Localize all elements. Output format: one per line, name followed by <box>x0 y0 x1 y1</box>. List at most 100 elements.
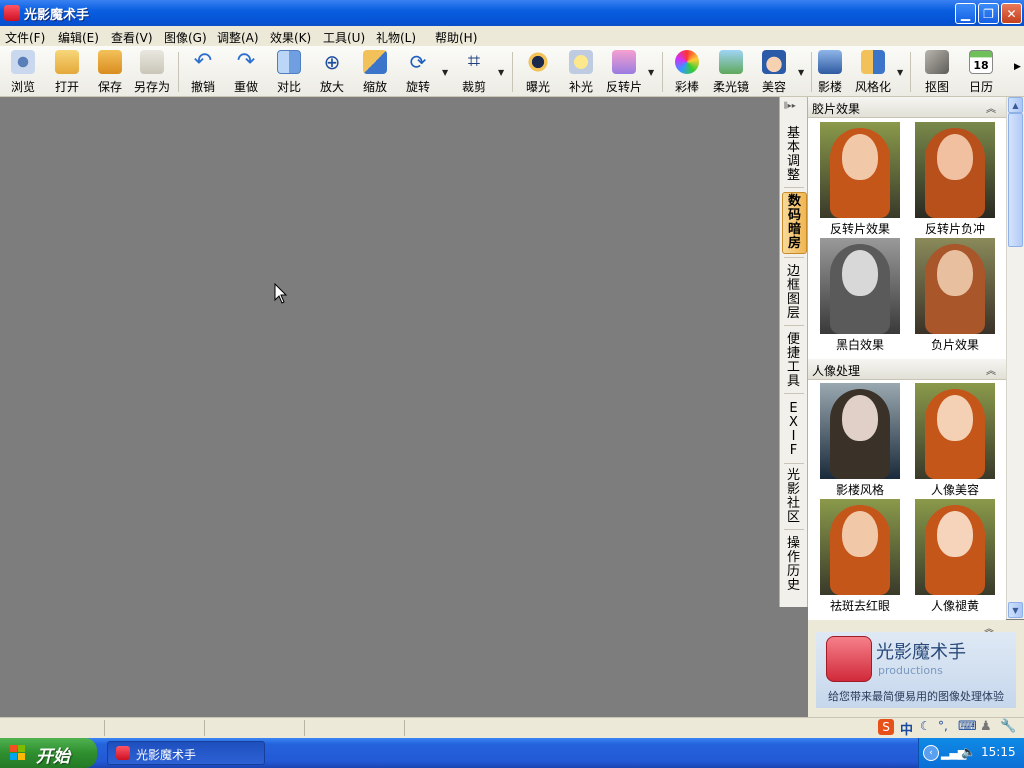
browse-button[interactable]: 浏览 <box>6 48 40 94</box>
save-button[interactable]: 保存 <box>93 48 127 94</box>
half-width-icon[interactable]: ☾ <box>920 719 931 733</box>
menu-view[interactable]: 查看(V) <box>111 29 153 46</box>
keyboard-icon[interactable]: ⌨ <box>958 719 977 734</box>
toolbar-overflow-icon[interactable]: ▶ <box>1014 62 1021 72</box>
effect-reverse-film[interactable]: 反转片效果 <box>820 122 900 236</box>
stylize-button[interactable]: 风格化 <box>852 48 894 94</box>
effect-spot-red-eye-removal[interactable]: 祛斑去红眼 <box>820 499 900 613</box>
tab-separator <box>784 257 804 258</box>
menu-tools[interactable]: 工具(U) <box>323 29 365 46</box>
status-cell <box>104 720 205 736</box>
section-header-film[interactable]: 胶片效果 ︽ <box>808 97 1006 118</box>
side-tab-bar: ⫼▸▸ 基本调整 数码暗房 边框图层 便捷工具 EXIF 光影社区 操作历史 <box>779 97 808 607</box>
tab-digital-darkroom[interactable]: 数码暗房 <box>782 192 807 254</box>
menu-gifts[interactable]: 礼物(L) <box>376 29 416 46</box>
studio-button[interactable]: 影楼 <box>815 48 845 94</box>
image-canvas[interactable] <box>0 97 779 717</box>
promo-banner[interactable]: 光影魔术手 productions 给您带来最简便易用的图像处理体验 <box>816 632 1016 708</box>
tab-basic-adjust[interactable]: 基本调整 <box>782 127 805 183</box>
app-icon[interactable] <box>4 5 20 21</box>
rotate-dropdown-icon[interactable]: ▼ <box>442 68 448 77</box>
folder-icon <box>55 50 79 74</box>
exposure-button[interactable]: 曝光 <box>521 48 555 94</box>
restore-button[interactable]: ❐ <box>978 3 999 24</box>
stylize-dropdown-icon[interactable]: ▼ <box>897 68 903 77</box>
effect-reverse-film-negative[interactable]: 反转片负冲 <box>915 122 995 236</box>
soft-lens-button[interactable]: 柔光镜 <box>709 48 753 94</box>
status-bar: S 中 ☾ °, ⌨ ♟ 🔧 <box>0 717 1024 739</box>
compare-icon <box>277 50 301 74</box>
crop-button[interactable]: ⌗ 裁剪 <box>457 48 491 95</box>
menu-help[interactable]: 帮助(H) <box>435 29 477 46</box>
effect-studio-style[interactable]: 影楼风格 <box>820 383 900 497</box>
undo-button[interactable]: ↶ 撤销 <box>186 48 220 95</box>
zoom-in-button[interactable]: ⊕ 放大 <box>315 48 349 94</box>
close-button[interactable]: ✕ <box>1001 3 1022 24</box>
ime-mode-label[interactable]: 中 <box>900 719 913 738</box>
effect-thumbnail <box>915 238 995 334</box>
clock[interactable]: 15:15 <box>981 745 1016 759</box>
mouse-cursor-icon <box>274 283 288 304</box>
redo-icon: ↷ <box>236 49 256 74</box>
menu-file[interactable]: 文件(F) <box>5 29 45 46</box>
fill-light-button[interactable]: 补光 <box>564 48 598 94</box>
minimize-button[interactable]: ▁ <box>955 3 976 24</box>
effect-black-white[interactable]: 黑白效果 <box>820 238 900 352</box>
menu-effects[interactable]: 效果(K) <box>270 29 311 46</box>
crop-icon: ⌗ <box>467 49 481 74</box>
compare-button[interactable]: 对比 <box>272 48 306 94</box>
panel-scrollbar[interactable]: ▲ ▼ <box>1006 97 1024 619</box>
collapse-icon[interactable]: ︽ <box>986 362 996 377</box>
collapse-icon[interactable]: ︽ <box>986 100 996 115</box>
beauty-button[interactable]: 美容 <box>757 48 791 94</box>
start-button[interactable]: 开始 <box>0 738 97 768</box>
redo-button[interactable]: ↷ 重做 <box>229 48 263 95</box>
scroll-up-icon[interactable]: ▲ <box>1008 97 1023 113</box>
effect-thumbnail <box>820 122 900 218</box>
effect-thumbnail <box>915 383 995 479</box>
effect-portrait-beauty[interactable]: 人像美容 <box>915 383 995 497</box>
tab-exif[interactable]: EXIF <box>782 402 805 458</box>
color-wand-icon <box>675 50 699 74</box>
menu-adjust[interactable]: 调整(A) <box>217 29 259 46</box>
cutout-button[interactable]: 抠图 <box>920 48 954 94</box>
collapse-panel-icon[interactable]: ⫼▸▸ <box>784 101 796 111</box>
beauty-dropdown-icon[interactable]: ▼ <box>798 68 804 77</box>
reverse-film-dropdown-icon[interactable]: ▼ <box>648 68 654 77</box>
toolbar: 浏览 打开 保存 另存为 ↶ 撤销 ↷ 重做 对比 ⊕ 放大 缩放 ⟳ 旋转 ▼… <box>0 46 1024 97</box>
rotate-button[interactable]: ⟳ 旋转 <box>401 48 435 94</box>
open-button[interactable]: 打开 <box>50 48 84 94</box>
app-logo-icon <box>826 636 872 682</box>
tab-quick-tools[interactable]: 便捷工具 <box>782 333 805 389</box>
crop-dropdown-icon[interactable]: ▼ <box>498 68 504 77</box>
tab-border-layer[interactable]: 边框图层 <box>782 265 805 321</box>
effect-thumbnail <box>915 122 995 218</box>
save-icon <box>98 50 122 74</box>
tab-history[interactable]: 操作历史 <box>782 537 805 593</box>
save-as-button[interactable]: 另存为 <box>132 48 172 94</box>
menu-bar: 文件(F) 编辑(E) 查看(V) 图像(G) 调整(A) 效果(K) 工具(U… <box>0 26 1024 47</box>
colorize-button[interactable]: 彩棒 <box>670 48 704 94</box>
volume-icon[interactable]: 🔈 <box>961 745 976 759</box>
effect-negative[interactable]: 负片效果 <box>915 238 995 352</box>
reverse-film-button[interactable]: 反转片 <box>603 48 645 94</box>
scroll-down-icon[interactable]: ▼ <box>1008 602 1023 618</box>
menu-edit[interactable]: 编辑(E) <box>58 29 99 46</box>
scroll-thumb[interactable] <box>1008 113 1023 247</box>
ime-toolbar: S 中 ☾ °, ⌨ ♟ 🔧 <box>876 719 1022 738</box>
sogou-ime-icon[interactable]: S <box>878 719 894 735</box>
reverse-film-icon <box>612 50 636 74</box>
tab-separator <box>784 393 804 394</box>
effect-portrait-de-yellow[interactable]: 人像褪黄 <box>915 499 995 613</box>
tray-expand-icon[interactable]: ‹ <box>923 745 939 761</box>
menu-image[interactable]: 图像(G) <box>164 29 207 46</box>
settings-wrench-icon[interactable]: 🔧 <box>1000 719 1016 734</box>
taskbar-app-button[interactable]: 光影魔术手 <box>107 741 265 765</box>
user-icon[interactable]: ♟ <box>980 719 992 734</box>
calendar-button[interactable]: 18 日历 <box>964 48 998 94</box>
section-header-portrait[interactable]: 人像处理 ︽ <box>808 359 1006 380</box>
resize-button[interactable]: 缩放 <box>358 48 392 94</box>
tab-community[interactable]: 光影社区 <box>782 469 805 525</box>
status-cell <box>204 720 305 736</box>
punctuation-icon[interactable]: °, <box>938 719 948 733</box>
